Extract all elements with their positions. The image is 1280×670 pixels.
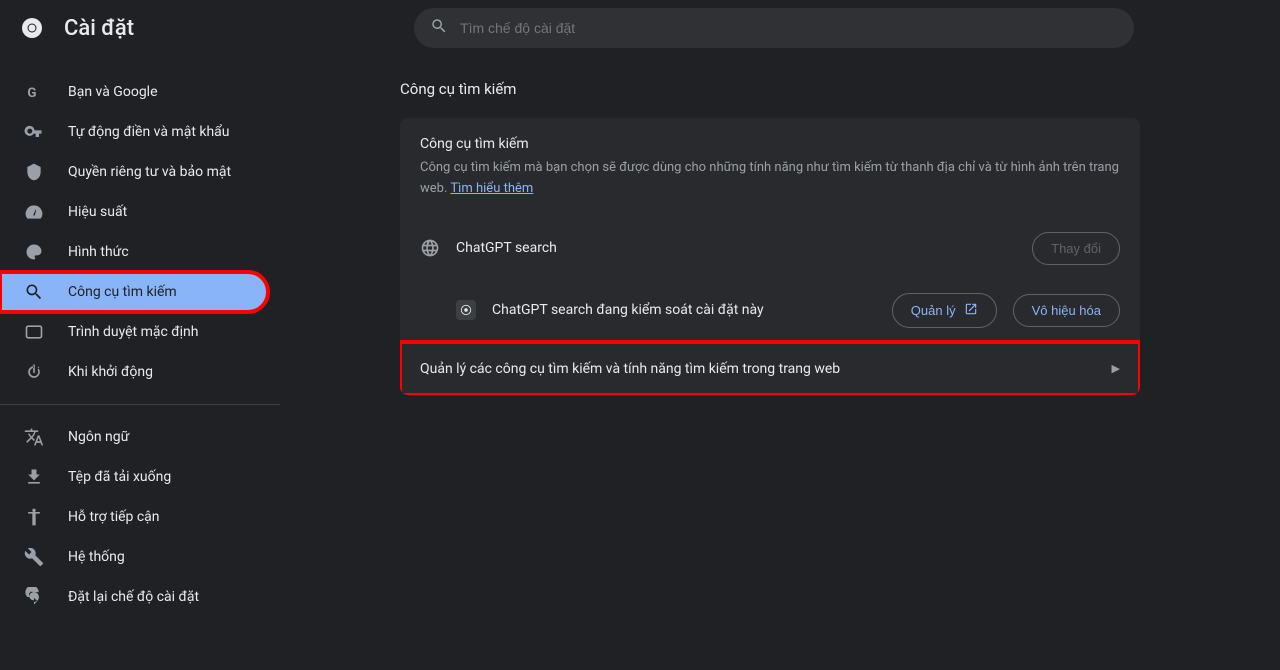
sidebar-item-autofill[interactable]: Tự động điền và mật khẩu (0, 112, 268, 152)
speed-icon (24, 202, 44, 222)
change-engine-button[interactable]: Thay đổi (1032, 232, 1120, 265)
sidebar-item-default-browser[interactable]: Trình duyệt mặc định (0, 312, 268, 352)
sidebar-item-label: Tự động điền và mật khẩu (68, 124, 230, 140)
card-heading: Công cụ tìm kiếm (420, 136, 1120, 152)
sidebar-item-downloads[interactable]: Tệp đã tải xuống (0, 457, 268, 497)
search-engine-card: Công cụ tìm kiếm Công cụ tìm kiếm mà bạn… (400, 118, 1140, 395)
sidebar-item-label: Trình duyệt mặc định (68, 324, 199, 340)
main-content: Công cụ tìm kiếm Công cụ tìm kiếm Công c… (280, 56, 1180, 670)
download-icon (24, 467, 44, 487)
sidebar-item-label: Công cụ tìm kiếm (68, 284, 177, 300)
manage-extension-button[interactable]: Quản lý (892, 293, 997, 328)
chevron-right-icon: ▶ (1112, 362, 1120, 375)
language-icon (24, 427, 44, 447)
section-title: Công cụ tìm kiếm (400, 80, 1140, 98)
sidebar-item-reset[interactable]: Đặt lại chế độ cài đặt (0, 577, 268, 617)
key-icon (24, 122, 44, 142)
accessibility-icon (24, 507, 44, 527)
sidebar-item-label: Đặt lại chế độ cài đặt (68, 589, 199, 605)
current-engine-label: ChatGPT search (456, 240, 1016, 256)
search-icon (430, 17, 448, 39)
sidebar-item-label: Hệ thống (68, 549, 125, 565)
search-icon (24, 282, 44, 302)
extension-icon (456, 300, 476, 320)
sidebar-item-appearance[interactable]: Hình thức (0, 232, 268, 272)
reset-icon (24, 587, 44, 607)
chrome-logo-icon (20, 16, 44, 40)
page-title: Cài đặt (64, 16, 134, 41)
disable-extension-button[interactable]: Vô hiệu hóa (1013, 294, 1120, 327)
sidebar-item-label: Hỗ trợ tiếp cận (68, 509, 160, 525)
sidebar-item-languages[interactable]: Ngôn ngữ (0, 417, 268, 457)
power-icon (24, 362, 44, 382)
controlled-by-label: ChatGPT search đang kiểm soát cài đặt nà… (492, 302, 876, 318)
learn-more-link[interactable]: Tìm hiểu thêm (450, 181, 533, 196)
shield-icon (24, 162, 44, 182)
external-link-icon (964, 302, 978, 319)
sidebar-item-label: Hiệu suất (68, 204, 127, 220)
sidebar-item-label: Khi khởi động (68, 364, 153, 380)
sidebar-item-system[interactable]: Hệ thống (0, 537, 268, 577)
sidebar-item-on-startup[interactable]: Khi khởi động (0, 352, 268, 392)
sidebar-item-privacy[interactable]: Quyền riêng tư và bảo mật (0, 152, 268, 192)
sidebar-item-label: Ngôn ngữ (68, 429, 129, 445)
google-icon: G (24, 82, 44, 102)
system-icon (24, 547, 44, 567)
sidebar-divider (0, 404, 280, 405)
sidebar-item-search-engine[interactable]: Công cụ tìm kiếm (0, 272, 268, 312)
sidebar-item-accessibility[interactable]: Hỗ trợ tiếp cận (0, 497, 268, 537)
sidebar-item-performance[interactable]: Hiệu suất (0, 192, 268, 232)
sidebar-item-label: Quyền riêng tư và bảo mật (68, 164, 231, 180)
sidebar-item-label: Bạn và Google (68, 84, 158, 100)
settings-search[interactable] (414, 8, 1134, 48)
sidebar-item-label: Tệp đã tải xuống (68, 469, 171, 485)
settings-search-input[interactable] (460, 20, 1118, 36)
palette-icon (24, 242, 44, 262)
manage-search-engines-row[interactable]: Quản lý các công cụ tìm kiếm và tính năn… (400, 342, 1140, 395)
card-description: Công cụ tìm kiếm mà bạn chọn sẽ được dùn… (420, 158, 1120, 200)
svg-text:G: G (27, 86, 36, 101)
sidebar: G Bạn và Google Tự động điền và mật khẩu… (0, 56, 280, 670)
sidebar-item-label: Hình thức (68, 244, 129, 260)
sidebar-item-you-and-google[interactable]: G Bạn và Google (0, 72, 268, 112)
browser-icon (24, 322, 44, 342)
manage-search-engines-label: Quản lý các công cụ tìm kiếm và tính năn… (420, 361, 1112, 377)
globe-icon (420, 238, 440, 258)
